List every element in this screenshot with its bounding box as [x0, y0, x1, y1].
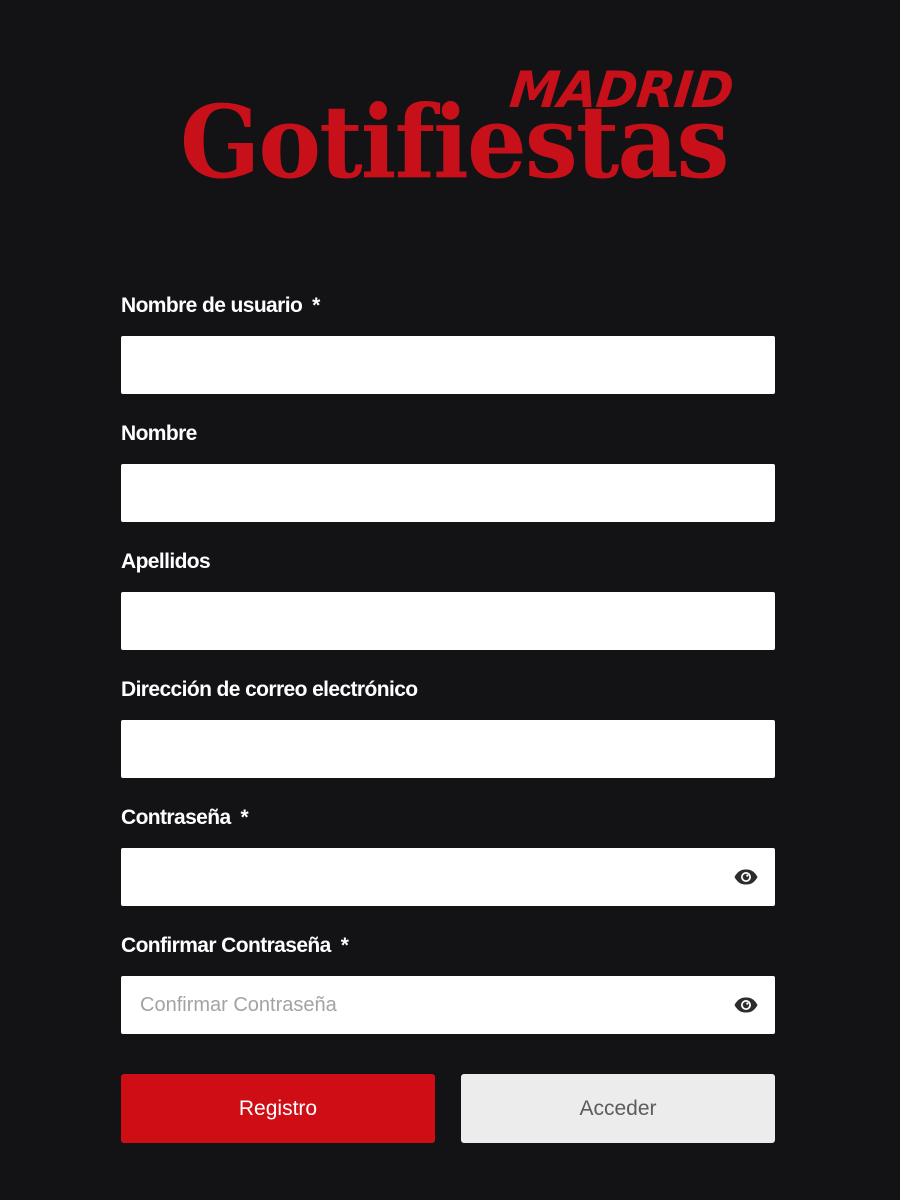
last-name-input[interactable]	[121, 592, 775, 650]
field-email: Dirección de correo electrónico	[121, 674, 775, 802]
required-marker: *	[240, 806, 249, 829]
username-label: Nombre de usuario *	[121, 294, 320, 317]
field-confirm-password: Confirmar Contraseña *	[121, 930, 775, 1058]
email-input[interactable]	[121, 720, 775, 778]
eye-icon[interactable]	[733, 868, 759, 886]
first-name-input[interactable]	[121, 464, 775, 522]
confirm-password-label: Confirmar Contraseña *	[121, 934, 349, 957]
logo-city-label: MADRID	[506, 61, 736, 119]
registration-form: Nombre de usuario * Nombre Apellidos Dire…	[121, 290, 775, 1058]
first-name-label: Nombre	[121, 422, 197, 445]
email-label: Dirección de correo electrónico	[121, 678, 418, 701]
field-username: Nombre de usuario *	[121, 290, 775, 418]
password-label: Contraseña *	[121, 806, 249, 829]
last-name-label: Apellidos	[121, 550, 211, 573]
field-last-name: Apellidos	[121, 546, 775, 674]
password-input[interactable]	[121, 848, 775, 906]
required-marker: *	[340, 934, 349, 957]
site-logo[interactable]: Gotifiestas MADRID	[180, 61, 736, 202]
login-button[interactable]: Acceder	[461, 1074, 775, 1143]
eye-icon[interactable]	[733, 996, 759, 1014]
required-marker: *	[312, 294, 320, 317]
register-button[interactable]: Registro	[121, 1074, 435, 1143]
confirm-password-input[interactable]	[121, 976, 775, 1034]
username-input[interactable]	[121, 336, 775, 394]
registration-page: Gotifiestas MADRID Nombre de usuario * No…	[0, 0, 900, 1200]
field-first-name: Nombre	[121, 418, 775, 546]
field-password: Contraseña *	[121, 802, 775, 930]
form-actions: Registro Acceder	[121, 1074, 775, 1143]
